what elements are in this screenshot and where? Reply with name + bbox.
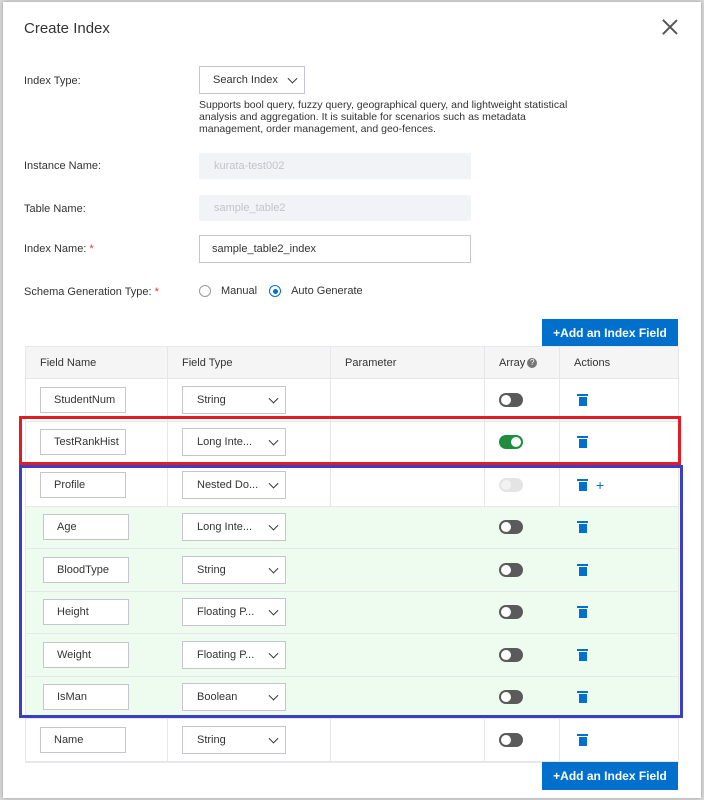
array-toggle[interactable]: [499, 647, 523, 662]
index-name-label: Index Name: *: [24, 243, 94, 255]
radio-manual[interactable]: [199, 285, 211, 297]
radio-auto-generate[interactable]: [269, 285, 282, 297]
required-mark: *: [154, 286, 159, 298]
index-type-select[interactable]: Search Index: [199, 66, 305, 94]
chevron-down-icon: [268, 690, 279, 701]
field-name-input[interactable]: BloodType: [43, 556, 129, 583]
array-toggle[interactable]: [499, 520, 523, 535]
table-row: BloodType String: [26, 549, 678, 592]
delete-icon[interactable]: [577, 563, 588, 576]
field-name-input[interactable]: TestRankHist: [40, 429, 126, 456]
chevron-down-icon: [268, 435, 279, 446]
field-type-select[interactable]: Long Inte...: [182, 428, 286, 457]
help-icon[interactable]: ?: [527, 357, 538, 368]
chevron-down-icon: [268, 648, 279, 659]
field-name-input[interactable]: StudentNum: [40, 386, 126, 413]
array-toggle[interactable]: [499, 605, 523, 620]
header-actions: Actions: [574, 356, 611, 369]
delete-icon[interactable]: [577, 521, 588, 534]
chevron-down-icon: [268, 605, 279, 616]
chevron-down-icon: [268, 733, 279, 744]
field-type-select[interactable]: String: [182, 555, 286, 584]
array-toggle[interactable]: [499, 435, 523, 450]
field-type-select[interactable]: Floating P...: [182, 598, 286, 627]
index-type-description: Supports bool query, fuzzy query, geogra…: [199, 99, 568, 135]
table-name-field: sample_table2: [199, 195, 471, 221]
field-type-select[interactable]: Long Inte...: [182, 513, 286, 542]
schema-generation-label: Schema Generation Type: *: [24, 286, 159, 298]
table-row: Age Long Inte...: [26, 506, 678, 549]
table-row: Name String: [26, 719, 678, 762]
field-name-input[interactable]: Height: [43, 599, 129, 626]
delete-icon[interactable]: [577, 648, 588, 661]
close-icon[interactable]: [661, 18, 679, 36]
table-row: IsMan Boolean: [26, 676, 678, 719]
field-type-select[interactable]: String: [182, 725, 286, 754]
header-field-type: Field Type: [168, 347, 331, 378]
chevron-down-icon: [268, 478, 279, 489]
instance-name-label: Instance Name:: [24, 160, 102, 172]
required-mark: *: [89, 243, 94, 255]
field-name-input[interactable]: IsMan: [43, 684, 129, 711]
array-toggle: [499, 477, 523, 492]
field-type-select[interactable]: Floating P...: [182, 640, 286, 669]
field-type-select[interactable]: Nested Do...: [182, 470, 286, 499]
index-fields-table: Field Name Field Type Parameter Array? A…: [25, 346, 679, 763]
instance-name-field: kurata-test002: [199, 153, 471, 179]
field-name-input[interactable]: Weight: [43, 641, 129, 668]
field-name-input[interactable]: Profile: [40, 471, 126, 498]
delete-icon[interactable]: [577, 691, 588, 704]
array-toggle[interactable]: [499, 732, 523, 747]
chevron-down-icon: [268, 563, 279, 574]
index-name-input[interactable]: sample_table2_index: [199, 235, 471, 263]
add-index-field-button-bottom[interactable]: +Add an Index Field: [542, 762, 678, 790]
field-name-input[interactable]: Name: [40, 726, 126, 753]
table-row: Weight Floating P...: [26, 634, 678, 677]
index-type-value: Search Index: [213, 74, 278, 86]
dialog-title: Create Index: [24, 20, 110, 37]
header-array: Array?: [485, 347, 560, 378]
table-row: Profile Nested Do... +: [26, 464, 678, 507]
create-index-dialog: Create Index Index Type: Search Index Su…: [3, 2, 701, 798]
radio-manual-label[interactable]: Manual: [221, 285, 257, 297]
field-type-select[interactable]: String: [182, 385, 286, 414]
chevron-down-icon: [268, 393, 279, 404]
table-row: TestRankHist Long Inte...: [26, 421, 678, 464]
field-name-input[interactable]: Age: [43, 514, 129, 541]
chevron-down-icon: [287, 73, 298, 84]
array-toggle[interactable]: [499, 392, 523, 407]
delete-icon[interactable]: [577, 606, 588, 619]
header-field-name: Field Name: [26, 347, 168, 378]
delete-icon[interactable]: [577, 478, 588, 491]
delete-icon[interactable]: [577, 733, 588, 746]
delete-icon[interactable]: [577, 393, 588, 406]
array-toggle[interactable]: [499, 562, 523, 577]
header-parameter: Parameter: [331, 347, 485, 378]
schema-generation-radio-group: Manual Auto Generate: [199, 285, 375, 297]
index-type-label: Index Type:: [24, 75, 81, 87]
add-index-field-button-top[interactable]: +Add an Index Field: [542, 319, 678, 347]
table-name-label: Table Name:: [24, 203, 86, 215]
chevron-down-icon: [268, 520, 279, 531]
add-subfield-icon[interactable]: +: [596, 478, 604, 492]
radio-auto-generate-label[interactable]: Auto Generate: [291, 285, 363, 297]
table-row: StudentNum String: [26, 379, 678, 422]
delete-icon[interactable]: [577, 436, 588, 449]
field-type-select[interactable]: Boolean: [182, 683, 286, 712]
table-header: Field Name Field Type Parameter Array? A…: [26, 347, 678, 379]
array-toggle[interactable]: [499, 690, 523, 705]
table-row: Height Floating P...: [26, 591, 678, 634]
